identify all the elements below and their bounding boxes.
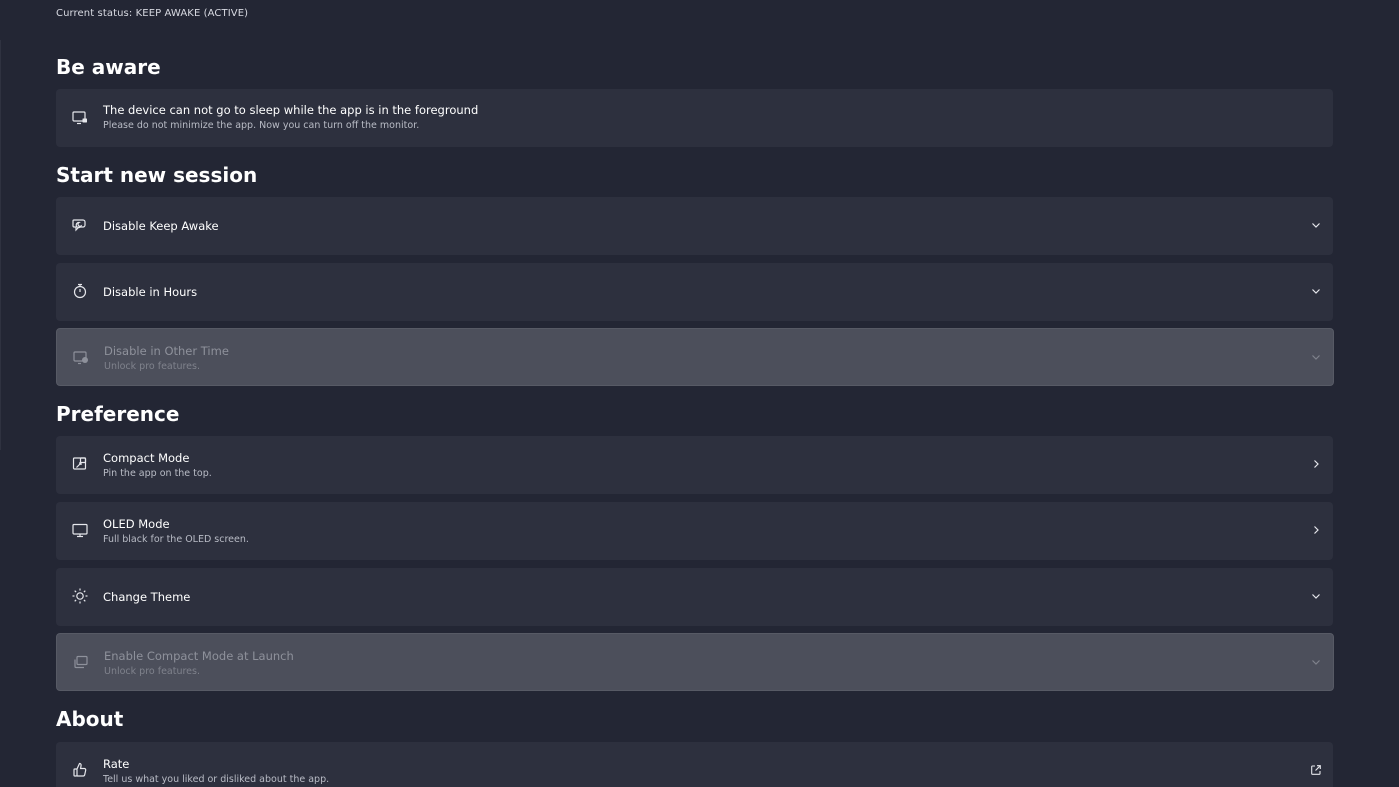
change-theme-card[interactable]: Change Theme <box>56 568 1333 626</box>
chevron-right-icon[interactable] <box>1309 523 1323 537</box>
desktop-icon <box>71 521 89 539</box>
settings-page: Current status: KEEP AWAKE (ACTIVE) Be a… <box>0 0 1399 787</box>
sun-icon <box>71 587 89 605</box>
disable-other-time-card: Disable in Other Time Unlock pro feature… <box>56 328 1334 386</box>
card-title: Enable Compact Mode at Launch <box>104 649 294 663</box>
section-title-be-aware: Be aware <box>56 55 161 79</box>
chevron-down-icon <box>1309 350 1323 364</box>
card-subtitle: Please do not minimize the app. Now you … <box>103 120 420 131</box>
monitor-clock-icon <box>72 348 90 366</box>
section-title-start-new-session: Start new session <box>56 163 258 187</box>
current-status-text: Current status: KEEP AWAKE (ACTIVE) <box>56 8 249 19</box>
open-external-icon[interactable] <box>1309 763 1323 777</box>
card-title: Disable Keep Awake <box>103 219 219 233</box>
card-title: OLED Mode <box>103 517 170 531</box>
rate-card[interactable]: Rate Tell us what you liked or disliked … <box>56 742 1333 787</box>
sleep-chat-icon <box>71 216 89 234</box>
oled-mode-card[interactable]: OLED Mode Full black for the OLED screen… <box>56 502 1333 560</box>
stopwatch-icon <box>71 282 89 300</box>
thumbs-up-icon <box>71 761 89 779</box>
chevron-down-icon[interactable] <box>1309 589 1323 603</box>
foreground-info-card: The device can not go to sleep while the… <box>56 89 1333 147</box>
section-title-about: About <box>56 707 124 731</box>
pin-window-icon <box>71 455 89 473</box>
card-subtitle: Tell us what you liked or disliked about… <box>103 774 330 785</box>
card-title: The device can not go to sleep while the… <box>103 103 479 117</box>
card-title: Disable in Hours <box>103 285 198 299</box>
compact-at-launch-card: Enable Compact Mode at Launch Unlock pro… <box>56 633 1334 691</box>
disable-keep-awake-card[interactable]: Disable Keep Awake <box>56 197 1333 255</box>
window-edge <box>0 40 1 450</box>
chevron-down-icon[interactable] <box>1309 218 1323 232</box>
disable-in-hours-card[interactable]: Disable in Hours <box>56 263 1333 321</box>
card-title: Change Theme <box>103 590 191 604</box>
compact-mode-card[interactable]: Compact Mode Pin the app on the top. <box>56 436 1333 494</box>
card-subtitle: Unlock pro features. <box>104 666 200 677</box>
card-subtitle: Unlock pro features. <box>104 361 200 372</box>
card-title: Rate <box>103 757 130 771</box>
chevron-down-icon <box>1309 655 1323 669</box>
card-subtitle: Pin the app on the top. <box>103 468 212 479</box>
card-subtitle: Full black for the OLED screen. <box>103 534 249 545</box>
section-title-preference: Preference <box>56 402 180 426</box>
chevron-right-icon[interactable] <box>1309 457 1323 471</box>
card-title: Disable in Other Time <box>104 344 229 358</box>
chevron-down-icon[interactable] <box>1309 284 1323 298</box>
card-title: Compact Mode <box>103 451 190 465</box>
monitor-lock-icon <box>71 108 89 126</box>
windows-stack-icon <box>72 653 90 671</box>
